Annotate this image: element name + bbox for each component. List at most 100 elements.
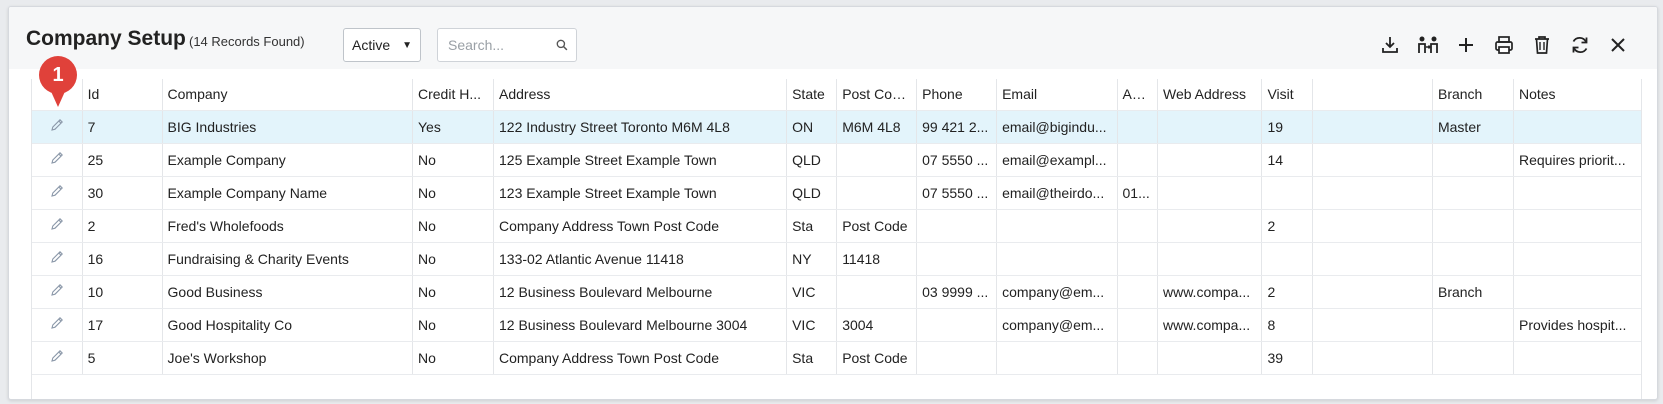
table-cell: QLD bbox=[786, 143, 838, 177]
row-edit-cell[interactable] bbox=[32, 341, 83, 375]
table-row[interactable]: 7 BIG Industries Yes 122 Industry Street To… bbox=[32, 110, 1641, 144]
table-cell bbox=[1432, 143, 1514, 177]
table-cell: Good Hospitality Co bbox=[162, 308, 414, 342]
table-cell: No bbox=[412, 275, 494, 309]
table-cell bbox=[1513, 341, 1641, 375]
column-header[interactable]: Notes bbox=[1513, 79, 1641, 111]
table-cell: 123 Example Street Example Town bbox=[493, 176, 788, 210]
table-cell bbox=[916, 341, 998, 375]
table-cell: 133-02 Atlantic Avenue 11418 bbox=[493, 242, 788, 276]
column-header[interactable]: Web Address bbox=[1157, 79, 1263, 111]
edit-pencil-icon[interactable] bbox=[50, 152, 64, 168]
table-cell: 10 bbox=[82, 275, 163, 309]
toolbar bbox=[1371, 31, 1637, 59]
row-edit-cell[interactable] bbox=[32, 242, 83, 276]
table-row[interactable]: 25 Example Company No 125 Example Street Ex… bbox=[32, 143, 1641, 177]
edit-pencil-icon[interactable] bbox=[50, 185, 64, 201]
table-cell bbox=[1261, 176, 1313, 210]
edit-pencil-icon[interactable] bbox=[50, 350, 64, 366]
edit-pencil-icon[interactable] bbox=[50, 119, 64, 135]
table-cell: Example Company bbox=[162, 143, 414, 177]
row-edit-cell[interactable] bbox=[32, 209, 83, 243]
table-cell: 14 bbox=[1261, 143, 1313, 177]
company-grid: Id Company Credit H... Address State Pos… bbox=[31, 79, 1642, 399]
table-cell bbox=[1513, 176, 1641, 210]
row-edit-cell[interactable] bbox=[32, 308, 83, 342]
table-cell: www.compa... bbox=[1157, 275, 1263, 309]
column-header[interactable]: Post Cod... bbox=[836, 79, 918, 111]
table-row[interactable]: 30 Example Company Name No 123 Example Stre… bbox=[32, 176, 1641, 210]
assign-users-icon bbox=[1418, 36, 1438, 53]
row-edit-cell[interactable] bbox=[32, 176, 83, 210]
row-edit-cell[interactable] bbox=[32, 275, 83, 309]
table-cell bbox=[836, 275, 918, 309]
table-cell bbox=[1157, 341, 1263, 375]
table-cell: 07 5550 ... bbox=[916, 176, 998, 210]
search-input[interactable] bbox=[446, 36, 556, 54]
table-cell: 2 bbox=[1261, 275, 1313, 309]
table-row[interactable]: 10 Good Business No 12 Business Boulevard M… bbox=[32, 275, 1641, 309]
column-header[interactable]: Id bbox=[82, 79, 163, 111]
column-header[interactable]: AB... bbox=[1117, 79, 1158, 111]
column-header[interactable]: Credit H... bbox=[412, 79, 494, 111]
table-cell bbox=[1157, 209, 1263, 243]
edit-pencil-icon[interactable] bbox=[50, 218, 64, 234]
row-edit-cell[interactable] bbox=[32, 110, 83, 144]
table-cell: 3004 bbox=[836, 308, 918, 342]
close-icon bbox=[1611, 38, 1625, 52]
column-header[interactable] bbox=[1312, 79, 1433, 111]
edit-pencil-icon[interactable] bbox=[50, 251, 64, 267]
table-cell: email@theirdo... bbox=[996, 176, 1118, 210]
table-cell bbox=[1513, 242, 1641, 276]
table-cell bbox=[1312, 242, 1433, 276]
column-header[interactable]: Phone bbox=[916, 79, 998, 111]
table-row[interactable]: 16 Fundraising & Charity Events No 133-02 A… bbox=[32, 242, 1641, 276]
delete-button[interactable] bbox=[1523, 31, 1561, 59]
table-cell: No bbox=[412, 209, 494, 243]
table-row[interactable]: 5 Joe's Workshop No Company Address Town Po… bbox=[32, 341, 1641, 375]
table-row[interactable]: 2 Fred's Wholefoods No Company Address Town… bbox=[32, 209, 1641, 243]
table-cell bbox=[1117, 110, 1158, 144]
table-cell: 03 9999 ... bbox=[916, 275, 998, 309]
search-box[interactable] bbox=[437, 28, 577, 62]
table-cell bbox=[1157, 242, 1263, 276]
table-cell bbox=[1312, 308, 1433, 342]
table-cell: 17 bbox=[82, 308, 163, 342]
close-button[interactable] bbox=[1599, 31, 1637, 59]
row-edit-cell[interactable] bbox=[32, 143, 83, 177]
table-cell: 2 bbox=[1261, 209, 1313, 243]
table-cell: company@em... bbox=[996, 275, 1118, 309]
status-filter-select[interactable]: Active ▼ bbox=[343, 28, 421, 62]
column-header[interactable]: State bbox=[786, 79, 838, 111]
add-button[interactable] bbox=[1447, 31, 1485, 59]
column-header[interactable]: Address bbox=[493, 79, 788, 111]
table-cell bbox=[1117, 242, 1158, 276]
table-cell bbox=[1513, 209, 1641, 243]
table-cell bbox=[1432, 209, 1514, 243]
table-cell bbox=[1157, 143, 1263, 177]
search-icon[interactable] bbox=[556, 37, 568, 53]
print-button[interactable] bbox=[1485, 31, 1523, 59]
assign-users-button[interactable] bbox=[1409, 31, 1447, 59]
page-title: Company Setup bbox=[26, 27, 186, 50]
column-header[interactable]: Visit bbox=[1261, 79, 1313, 111]
table-row[interactable]: 17 Good Hospitality Co No 12 Business Boule… bbox=[32, 308, 1641, 342]
refresh-button[interactable] bbox=[1561, 31, 1599, 59]
download-icon bbox=[1382, 37, 1398, 53]
column-header[interactable]: Company bbox=[162, 79, 414, 111]
table-cell bbox=[1117, 308, 1158, 342]
edit-pencil-icon[interactable] bbox=[50, 317, 64, 333]
download-button[interactable] bbox=[1371, 31, 1409, 59]
delete-icon bbox=[1535, 36, 1549, 54]
table-cell: M6M 4L8 bbox=[836, 110, 918, 144]
table-cell: NY bbox=[786, 242, 838, 276]
table-cell: Requires priorit... bbox=[1513, 143, 1641, 177]
table-cell bbox=[1261, 242, 1313, 276]
table-cell bbox=[836, 143, 918, 177]
edit-pencil-icon[interactable] bbox=[50, 284, 64, 300]
table-cell bbox=[1157, 110, 1263, 144]
column-header[interactable]: Branch bbox=[1432, 79, 1514, 111]
table-cell: BIG Industries bbox=[162, 110, 414, 144]
table-cell: No bbox=[412, 143, 494, 177]
column-header[interactable]: Email bbox=[996, 79, 1118, 111]
